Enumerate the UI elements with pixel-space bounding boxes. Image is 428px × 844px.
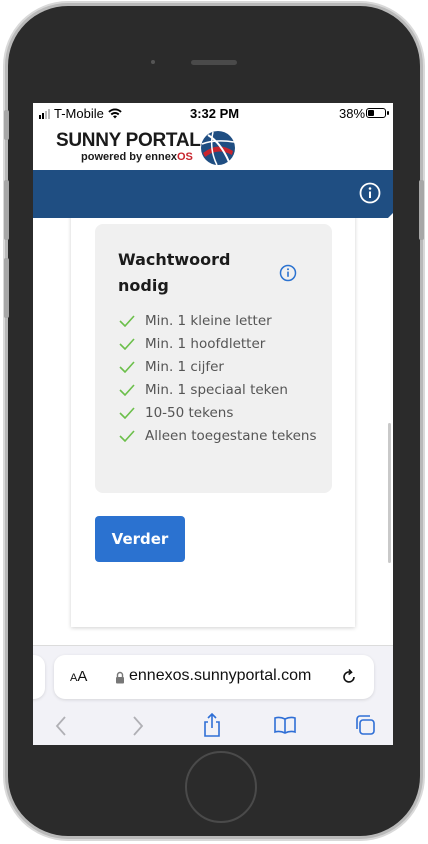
info-icon[interactable] xyxy=(279,264,297,282)
signal-icon xyxy=(39,107,51,122)
text-size-large-a: A xyxy=(77,668,88,685)
forward-icon[interactable] xyxy=(131,715,145,737)
url-text: ennexos.sunnyportal.com xyxy=(129,667,312,684)
carrier-name: T-Mobile xyxy=(54,106,104,121)
requirement-text: Alleen toegestane tekens xyxy=(145,428,317,444)
check-icon xyxy=(119,361,135,373)
requirements-list: Min. 1 kleine letter Min. 1 hoofdletter … xyxy=(119,310,329,448)
sunny-globe-logo-icon xyxy=(201,131,235,166)
back-icon[interactable] xyxy=(54,715,68,737)
next-button[interactable]: Verder xyxy=(95,516,185,562)
check-icon xyxy=(119,430,135,442)
earpiece-speaker xyxy=(191,60,237,65)
screen: T-Mobile 3:32 PM 38% SUNNY PORTAL powere… xyxy=(33,103,393,745)
power-button xyxy=(419,180,424,240)
battery-percent: 38% xyxy=(339,106,366,121)
tabs-icon[interactable] xyxy=(354,714,376,736)
status-bar: T-Mobile 3:32 PM 38% xyxy=(33,103,393,125)
lock-icon xyxy=(116,671,124,684)
password-card: Wachtwoord nodig Min. 1 kleine letter Mi… xyxy=(71,218,355,627)
page-content: Wachtwoord nodig Min. 1 kleine letter Mi… xyxy=(33,218,393,645)
list-item: Min. 1 cijfer xyxy=(119,356,329,379)
list-item: Min. 1 kleine letter xyxy=(119,310,329,333)
previous-tab-edge[interactable] xyxy=(33,655,45,699)
bookmarks-icon[interactable] xyxy=(273,716,297,734)
requirement-text: 10-50 tekens xyxy=(145,405,234,421)
share-icon[interactable] xyxy=(202,712,222,738)
volume-down-button xyxy=(4,258,9,318)
requirement-text: Min. 1 kleine letter xyxy=(145,313,272,329)
portal-header: SUNNY PORTAL powered by ennexOS xyxy=(33,125,393,170)
top-nav-bar xyxy=(33,170,393,218)
requirement-text: Min. 1 speciaal teken xyxy=(145,382,288,398)
front-camera xyxy=(151,60,155,64)
mute-switch xyxy=(4,110,9,140)
list-item: Alleen toegestane tekens xyxy=(119,425,329,448)
scrollbar[interactable] xyxy=(388,423,391,563)
logo-sub-suffix: OS xyxy=(176,151,193,163)
clock: 3:32 PM xyxy=(190,106,240,121)
list-item: Min. 1 hoofdletter xyxy=(119,333,329,356)
info-circle-icon[interactable] xyxy=(359,182,381,204)
logo-sub-prefix: powered by ennex xyxy=(81,151,177,163)
text-size-button[interactable]: AA xyxy=(70,668,87,685)
volume-up-button xyxy=(4,180,9,240)
battery-icon xyxy=(366,108,389,118)
home-button[interactable] xyxy=(185,751,257,823)
requirement-text: Min. 1 hoofdletter xyxy=(145,336,266,352)
wifi-icon xyxy=(108,108,122,119)
check-icon xyxy=(119,384,135,396)
address-bar[interactable]: AA ennexos.sunnyportal.com xyxy=(54,655,374,699)
list-item: Min. 1 speciaal teken xyxy=(119,379,329,402)
reload-icon[interactable] xyxy=(340,668,358,686)
requirement-text: Min. 1 cijfer xyxy=(145,359,224,375)
list-item: 10-50 tekens xyxy=(119,402,329,425)
carrier: T-Mobile xyxy=(39,106,122,122)
check-icon xyxy=(119,407,135,419)
password-requirements-panel: Wachtwoord nodig Min. 1 kleine letter Mi… xyxy=(95,224,332,493)
browser-toolbar xyxy=(33,708,393,744)
logo-subtitle: powered by ennexOS xyxy=(81,151,193,163)
browser-bottom-bar: AA ennexos.sunnyportal.com xyxy=(33,645,393,745)
logo-title: SUNNY PORTAL xyxy=(56,130,201,151)
panel-title: Wachtwoord nodig xyxy=(118,250,231,295)
check-icon xyxy=(119,338,135,350)
check-icon xyxy=(119,315,135,327)
